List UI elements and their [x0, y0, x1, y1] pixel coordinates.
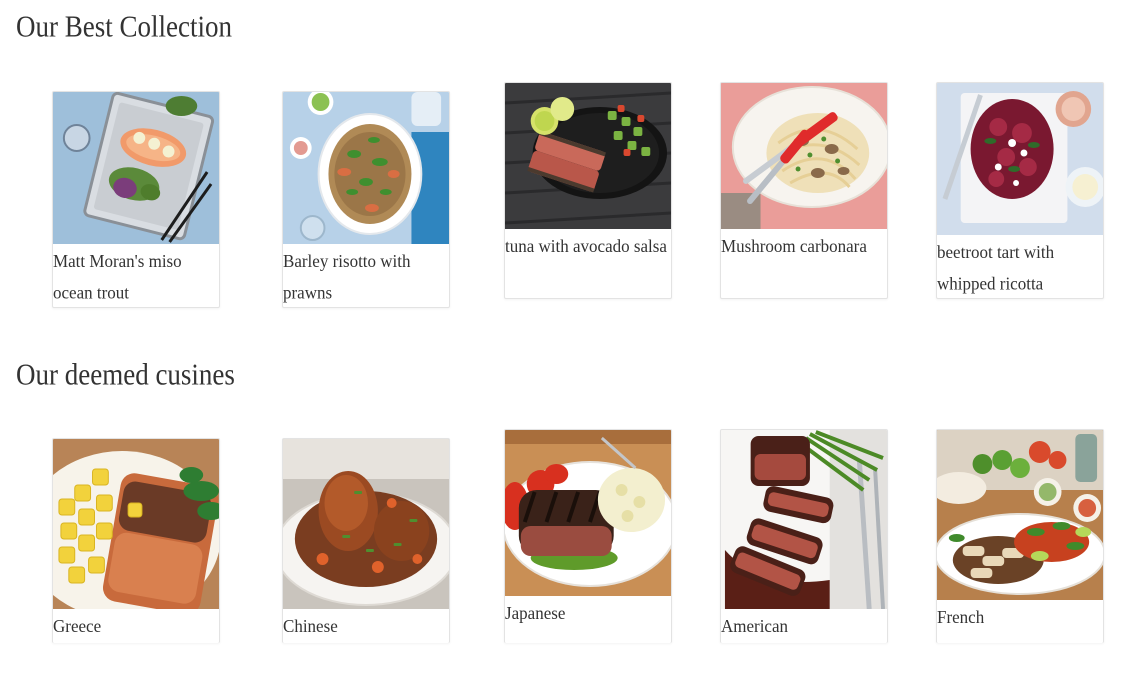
card-caption[interactable]: French	[937, 602, 1103, 634]
tuna-avocado-salsa-image	[505, 83, 671, 229]
mushroom-carbonara-image	[721, 83, 887, 229]
card-caption[interactable]: American	[721, 611, 887, 643]
recipe-card-mushroom-carbonara[interactable]: Mushroom carbonara	[720, 82, 888, 299]
cuisine-card-american[interactable]: American	[720, 429, 888, 643]
japanese-steak-image	[505, 430, 671, 596]
cuisine-card-chinese[interactable]: Chinese	[282, 438, 450, 643]
cuisine-card-french[interactable]: French	[936, 429, 1104, 643]
recipe-card-barley-risotto[interactable]: Barley risotto with prawns	[282, 91, 450, 308]
best-collection-title: Our Best Collection	[16, 9, 232, 44]
greek-salmon-image	[53, 439, 219, 609]
cuisine-card-japanese[interactable]: Japanese	[504, 429, 672, 643]
recipe-card-beetroot-tart[interactable]: beetroot tart with whipped ricotta	[936, 82, 1104, 299]
card-caption[interactable]: tuna with avocado salsa	[505, 231, 671, 263]
american-steak-image	[721, 430, 887, 609]
barley-risotto-image	[283, 92, 449, 244]
card-caption[interactable]: Barley risotto with prawns	[283, 246, 449, 307]
beetroot-tart-image	[937, 83, 1103, 235]
deemed-cuisines-title: Our deemed cusines	[16, 357, 235, 392]
miso-ocean-trout-image	[53, 92, 219, 244]
card-caption[interactable]: Matt Moran's miso ocean trout	[53, 246, 219, 307]
card-caption[interactable]: Mushroom carbonara	[721, 231, 887, 263]
chinese-chicken-image	[283, 439, 449, 609]
card-caption[interactable]: Japanese	[505, 598, 671, 630]
recipe-card-tuna-avocado-salsa[interactable]: tuna with avocado salsa	[504, 82, 672, 299]
card-caption[interactable]: Chinese	[283, 611, 449, 643]
card-caption[interactable]: Greece	[53, 611, 219, 643]
recipe-card-miso-ocean-trout[interactable]: Matt Moran's miso ocean trout	[52, 91, 220, 308]
card-caption[interactable]: beetroot tart with whipped ricotta	[937, 237, 1103, 298]
french-chicken-image	[937, 430, 1103, 600]
cuisine-card-greece[interactable]: Greece	[52, 438, 220, 643]
